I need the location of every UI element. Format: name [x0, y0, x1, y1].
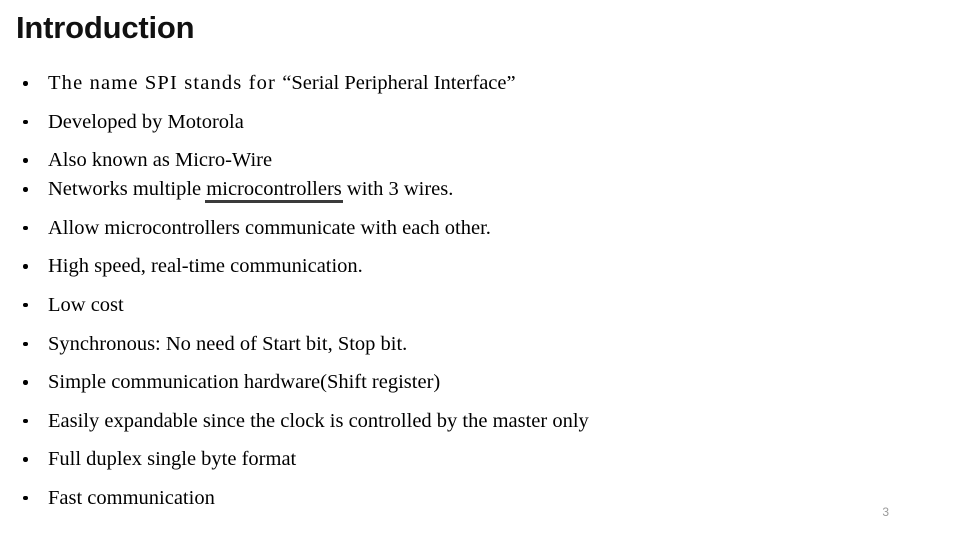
bullet-dot-icon: [23, 495, 28, 501]
bullet-dot-icon: [23, 341, 28, 347]
page-number: 3: [882, 505, 889, 519]
list-item: Simple communication hardware(Shift regi…: [0, 369, 960, 408]
list-item-text: Allow microcontrollers communicate with …: [48, 216, 491, 239]
list-item-text: Full duplex single byte format: [48, 448, 297, 471]
bullet-dot-icon: [23, 225, 28, 231]
bullet-dot-icon: [23, 187, 28, 192]
list-item: High speed, real-time communication.: [0, 253, 960, 292]
list-item: Fast communication: [0, 485, 960, 524]
list-item: Networks multiple microcontrollers with …: [0, 176, 960, 215]
list-item-text: Simple communication hardware(Shift regi…: [48, 371, 441, 394]
list-item-text: Networks multiple microcontrollers with …: [48, 178, 454, 204]
slide-canvas: Introduction The name SPI stands for “Se…: [0, 0, 960, 540]
list-item-text: High speed, real-time communication.: [48, 255, 363, 278]
bullet-dot-icon: [23, 264, 28, 269]
list-item-text: Fast communication: [48, 486, 215, 509]
bullet-dot-icon: [23, 158, 28, 163]
bullet-dot-icon: [23, 418, 28, 424]
list-item-text-lead: Networks multiple: [48, 178, 207, 201]
list-item-text-lead: The name SPI stands for: [48, 72, 283, 94]
list-item: Also known as Micro-Wire: [0, 147, 960, 176]
bullet-dot-icon: [23, 119, 28, 125]
list-item-text-tail: with 3 wires.: [341, 178, 454, 201]
page-title: Introduction: [16, 10, 195, 45]
list-item-text: Also known as Micro-Wire: [48, 149, 273, 172]
list-item-text-quote: “Serial Peripheral Interface”: [282, 72, 516, 94]
bullet-list: The name SPI stands for “Serial Peripher…: [0, 70, 960, 524]
list-item-text: The name SPI stands for “Serial Peripher…: [48, 72, 516, 94]
list-item: Synchronous: No need of Start bit, Stop …: [0, 331, 960, 370]
list-item: Allow microcontrollers communicate with …: [0, 215, 960, 254]
list-item-text: Developed by Motorola: [48, 110, 244, 133]
list-item-text-underlined: microcontrollers: [205, 178, 344, 204]
bullet-dot-icon: [23, 380, 28, 385]
bullet-dot-icon: [23, 457, 28, 462]
list-item-text: Low cost: [48, 293, 124, 316]
list-item: The name SPI stands for “Serial Peripher…: [0, 70, 960, 109]
list-item: Developed by Motorola: [0, 109, 960, 148]
bullet-dot-icon: [23, 81, 28, 86]
list-item: Easily expandable since the clock is con…: [0, 408, 960, 447]
list-item-text: Easily expandable since the clock is con…: [48, 409, 589, 432]
bullet-dot-icon: [23, 302, 28, 308]
list-item: Low cost: [0, 292, 960, 331]
list-item-text: Synchronous: No need of Start bit, Stop …: [48, 332, 408, 355]
list-item: Full duplex single byte format: [0, 446, 960, 485]
